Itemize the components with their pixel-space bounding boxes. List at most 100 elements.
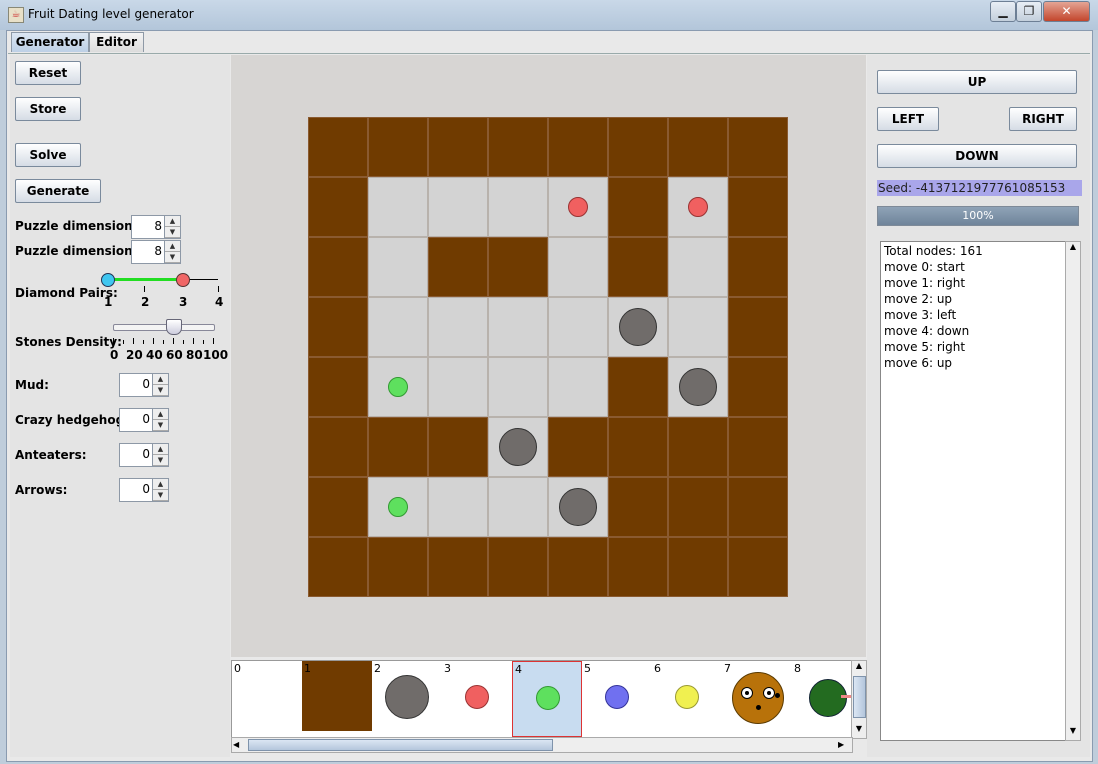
log-scrollbar[interactable]: ▲ ▼ (1065, 241, 1081, 741)
empty-cell[interactable] (488, 477, 548, 537)
minimize-button[interactable]: ▁ (990, 1, 1016, 22)
mud-cell[interactable] (308, 417, 368, 477)
spinner-down-icon[interactable]: ▼ (165, 227, 180, 238)
empty-cell[interactable] (428, 177, 488, 237)
spinner-up-icon[interactable]: ▲ (165, 216, 180, 227)
mud-cell[interactable] (608, 177, 668, 237)
empty-cell[interactable] (488, 357, 548, 417)
store-button[interactable]: Store (15, 97, 81, 121)
mud-spinner[interactable]: 0 ▲ ▼ (119, 373, 169, 397)
palette-item-red[interactable]: 3 (442, 661, 512, 737)
mud-cell[interactable] (308, 537, 368, 597)
scroll-thumb[interactable] (853, 676, 866, 718)
mud-cell[interactable] (368, 417, 428, 477)
left-button[interactable]: LEFT (877, 107, 939, 131)
up-button[interactable]: UP (877, 70, 1077, 94)
maximize-button[interactable]: ❐ (1016, 1, 1042, 22)
mud-cell[interactable] (488, 237, 548, 297)
empty-cell[interactable] (428, 297, 488, 357)
stones-slider-track[interactable] (113, 324, 215, 331)
spinner-up-icon[interactable]: ▲ (165, 241, 180, 252)
mud-cell[interactable] (728, 417, 788, 477)
right-button[interactable]: RIGHT (1009, 107, 1077, 131)
scroll-down-icon[interactable]: ▼ (852, 724, 866, 736)
mud-cell[interactable] (308, 177, 368, 237)
mud-cell[interactable] (668, 417, 728, 477)
mud-cell[interactable] (488, 117, 548, 177)
mud-cell[interactable] (308, 357, 368, 417)
empty-cell[interactable] (488, 177, 548, 237)
tab-generator[interactable]: Generator (11, 32, 89, 52)
spinner-arrows[interactable]: ▲ ▼ (164, 241, 180, 263)
spinner-arrows[interactable]: ▲ ▼ (152, 444, 168, 466)
mud-cell[interactable] (368, 537, 428, 597)
palette-item-empty[interactable]: 0 (232, 661, 302, 737)
scroll-left-icon[interactable]: ◀ (233, 738, 245, 752)
spinner-arrows[interactable]: ▲ ▼ (152, 479, 168, 501)
spinner-up-icon[interactable]: ▲ (153, 479, 168, 490)
puzzle-board[interactable] (308, 117, 788, 597)
anteaters-spinner[interactable]: 0 ▲ ▼ (119, 443, 169, 467)
empty-cell[interactable] (668, 297, 728, 357)
mud-cell[interactable] (728, 297, 788, 357)
palette-item-yellow[interactable]: 6 (652, 661, 722, 737)
mud-cell[interactable] (548, 417, 608, 477)
close-button[interactable]: ✕ (1043, 1, 1090, 22)
palette-vertical-scrollbar[interactable]: ▲ ▼ (851, 660, 867, 739)
mud-cell[interactable] (668, 477, 728, 537)
palette-item-blue[interactable]: 5 (582, 661, 652, 737)
mud-cell[interactable] (668, 537, 728, 597)
mud-cell[interactable] (608, 237, 668, 297)
mud-cell[interactable] (308, 477, 368, 537)
scroll-down-icon[interactable]: ▼ (1066, 726, 1080, 738)
mud-cell[interactable] (608, 477, 668, 537)
tile-palette[interactable]: 0 1 2 3 4 5 6 7 8 (231, 660, 862, 739)
spinner-down-icon[interactable]: ▼ (153, 420, 168, 431)
mud-cell[interactable] (728, 117, 788, 177)
mud-cell[interactable] (308, 237, 368, 297)
empty-cell[interactable] (488, 297, 548, 357)
mud-cell[interactable] (428, 237, 488, 297)
spinner-down-icon[interactable]: ▼ (165, 252, 180, 263)
empty-cell[interactable] (668, 237, 728, 297)
empty-cell[interactable] (548, 297, 608, 357)
spinner-arrows[interactable]: ▲ ▼ (164, 216, 180, 238)
mud-cell[interactable] (608, 417, 668, 477)
scroll-up-icon[interactable]: ▲ (1066, 242, 1080, 254)
mud-cell[interactable] (608, 357, 668, 417)
palette-item-stone[interactable]: 2 (372, 661, 442, 737)
dim-x-spinner[interactable]: 8 ▲ ▼ (131, 215, 181, 239)
scroll-thumb[interactable] (248, 739, 553, 751)
mud-cell[interactable] (608, 537, 668, 597)
spinner-up-icon[interactable]: ▲ (153, 444, 168, 455)
spinner-down-icon[interactable]: ▼ (153, 385, 168, 396)
solve-button[interactable]: Solve (15, 143, 81, 167)
diamond-slider-min-handle[interactable] (101, 273, 115, 287)
empty-cell[interactable] (368, 237, 428, 297)
spinner-down-icon[interactable]: ▼ (153, 490, 168, 501)
mud-cell[interactable] (728, 237, 788, 297)
mud-cell[interactable] (368, 117, 428, 177)
empty-cell[interactable] (428, 477, 488, 537)
mud-cell[interactable] (308, 117, 368, 177)
spinner-up-icon[interactable]: ▲ (153, 409, 168, 420)
mud-cell[interactable] (428, 537, 488, 597)
mud-cell[interactable] (548, 117, 608, 177)
spinner-arrows[interactable]: ▲ ▼ (152, 409, 168, 431)
empty-cell[interactable] (368, 177, 428, 237)
stones-slider-thumb[interactable] (166, 319, 182, 335)
mud-cell[interactable] (728, 477, 788, 537)
empty-cell[interactable] (548, 237, 608, 297)
mud-cell[interactable] (728, 177, 788, 237)
palette-item-green[interactable]: 4 (512, 661, 582, 737)
scroll-up-icon[interactable]: ▲ (852, 661, 866, 673)
spinner-arrows[interactable]: ▲ ▼ (152, 374, 168, 396)
down-button[interactable]: DOWN (877, 144, 1077, 168)
diamond-slider-max-handle[interactable] (176, 273, 190, 287)
dim-y-spinner[interactable]: 8 ▲ ▼ (131, 240, 181, 264)
empty-cell[interactable] (548, 357, 608, 417)
mud-cell[interactable] (728, 357, 788, 417)
spinner-down-icon[interactable]: ▼ (153, 455, 168, 466)
mud-cell[interactable] (488, 537, 548, 597)
empty-cell[interactable] (368, 297, 428, 357)
